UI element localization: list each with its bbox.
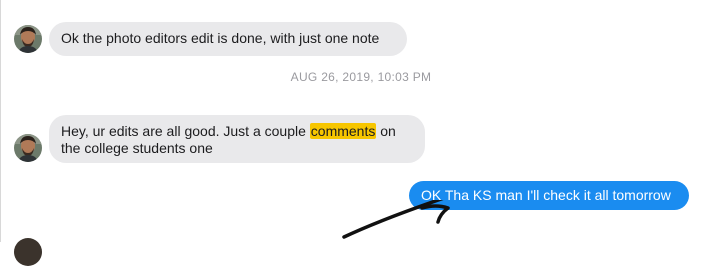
hand-drawn-arrow-icon [342,200,450,239]
contact-avatar[interactable] [14,25,42,53]
contact-avatar[interactable] [14,134,42,162]
message-text-line-1: Hey, ur edits are all good. Just a coupl… [61,123,414,140]
incoming-message-bubble[interactable]: Ok the photo editors edit is done, with … [49,22,407,56]
message-text-line-2: the college students one [61,140,213,156]
contact-avatar-icon [14,25,42,53]
window-left-border [0,0,1,242]
contact-avatar-partial[interactable] [14,238,42,266]
message-text: Ok the photo editors edit is done, with … [61,30,380,46]
message-text-part: on [376,123,396,139]
search-highlight: comments [309,123,377,139]
incoming-message-bubble[interactable]: Hey, ur edits are all good. Just a coupl… [49,115,425,163]
message-timestamp: AUG 26, 2019, 10:03 PM [290,70,432,84]
message-text-part: Hey, ur edits are all good. Just a coupl… [61,123,310,139]
contact-avatar-icon [14,134,42,162]
